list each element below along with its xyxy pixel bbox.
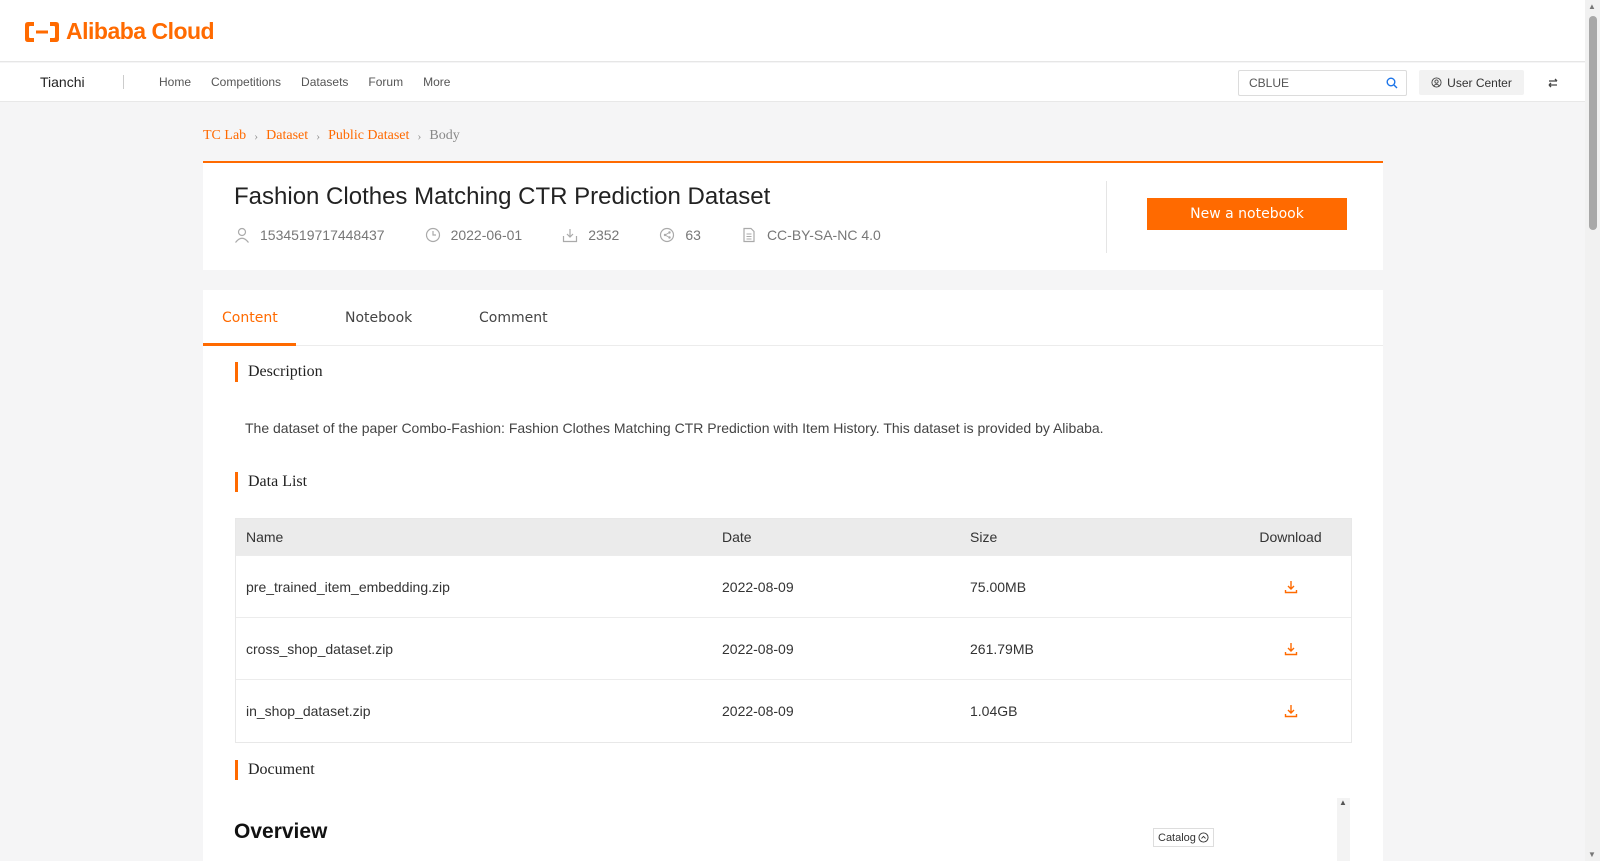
document-scrollbar[interactable]: ▲ [1337, 798, 1350, 861]
share-count: 63 [685, 227, 701, 243]
header-divider [1106, 181, 1107, 253]
download-count: 2352 [588, 227, 620, 243]
nav-datasets[interactable]: Datasets [301, 75, 348, 89]
file-date: 2022-08-09 [722, 578, 794, 595]
author-id: 1534519717448437 [260, 227, 385, 243]
tab-bar: Content Notebook Comment [203, 290, 1383, 346]
language-switch-icon[interactable] [1547, 76, 1559, 94]
publish-date: 2022-06-01 [450, 227, 523, 243]
table-row: pre_trained_item_embedding.zip 2022-08-0… [236, 556, 1351, 618]
document-icon [743, 227, 755, 243]
download-icon[interactable] [1230, 580, 1351, 594]
download-count-icon [563, 229, 578, 243]
chevron-right-icon: › [417, 128, 422, 143]
file-size: 75.00MB [970, 578, 1027, 595]
download-icon[interactable] [1230, 642, 1351, 656]
breadcrumb-current: Body [429, 128, 460, 143]
scroll-down-arrow-icon[interactable]: ▼ [1588, 850, 1596, 859]
meta-license: CC-BY-SA-NC 4.0 [741, 227, 881, 243]
col-header-name: Name [246, 529, 284, 545]
data-list-heading: Data List [235, 472, 307, 492]
nav-bar: Tianchi Home Competitions Datasets Forum… [0, 63, 1585, 102]
meta-downloads: 2352 [562, 227, 619, 243]
page-title: Fashion Clothes Matching CTR Prediction … [234, 183, 771, 210]
search-input[interactable] [1239, 76, 1379, 90]
scrollbar-thumb[interactable] [1589, 16, 1597, 230]
table-header-row: Name Date Size Download [236, 519, 1351, 556]
chevron-right-icon: › [316, 128, 321, 143]
tab-notebook[interactable]: Notebook [345, 310, 412, 326]
file-name: pre_trained_item_embedding.zip [246, 578, 450, 595]
file-name: cross_shop_dataset.zip [246, 640, 394, 657]
user-center-button[interactable]: User Center [1419, 70, 1524, 95]
logo-text: Alibaba Cloud [66, 18, 215, 44]
catalog-label: Catalog [1158, 831, 1196, 844]
user-circle-icon [1431, 77, 1442, 88]
download-icon[interactable] [1230, 704, 1351, 718]
nav-more[interactable]: More [423, 75, 450, 89]
nav-divider [123, 75, 124, 89]
nav-competitions[interactable]: Competitions [211, 75, 281, 89]
search-icon[interactable] [1386, 76, 1398, 94]
site-name[interactable]: Tianchi [40, 74, 85, 90]
description-text: The dataset of the paper Combo-Fashion: … [245, 420, 1104, 436]
nav-links: Home Competitions Datasets Forum More [159, 75, 450, 89]
scroll-up-arrow-icon[interactable]: ▲ [1339, 798, 1347, 807]
alibaba-cloud-logo[interactable]: Alibaba Cloud [24, 18, 215, 45]
breadcrumb-public-dataset[interactable]: Public Dataset [328, 128, 409, 144]
dataset-header-card: Fashion Clothes Matching CTR Prediction … [203, 161, 1383, 270]
user-center-label: User Center [1447, 75, 1512, 90]
chevron-up-circle-icon [1198, 832, 1209, 843]
col-header-size: Size [970, 529, 998, 545]
col-header-download: Download [1259, 529, 1322, 545]
content-card: Content Notebook Comment Description The… [203, 290, 1383, 861]
share-icon [660, 227, 675, 243]
file-date: 2022-08-09 [722, 703, 794, 719]
nav-home[interactable]: Home [159, 75, 191, 89]
data-list-table: Name Date Size Download pre_trained_item… [235, 518, 1352, 743]
clock-icon [425, 227, 440, 243]
alibaba-logo-icon [25, 21, 59, 42]
license: CC-BY-SA-NC 4.0 [766, 227, 881, 243]
page-scrollbar[interactable]: ▲ ▼ [1585, 0, 1600, 861]
file-name: in_shop_dataset.zip [246, 703, 371, 719]
catalog-toggle[interactable]: Catalog [1153, 828, 1214, 847]
file-date: 2022-08-09 [722, 640, 794, 657]
breadcrumb: TC Lab › Dataset › Public Dataset › Body [203, 128, 460, 144]
meta-date: 2022-06-01 [425, 227, 523, 243]
tab-content[interactable]: Content [222, 310, 278, 326]
description-heading: Description [235, 362, 323, 382]
table-row: in_shop_dataset.zip 2022-08-09 1.04GB [236, 680, 1351, 742]
chevron-right-icon: › [254, 128, 259, 143]
document-heading: Document [235, 760, 315, 780]
new-notebook-button[interactable]: New a notebook [1147, 198, 1347, 230]
user-icon [235, 227, 249, 243]
breadcrumb-tc-lab[interactable]: TC Lab [203, 128, 246, 144]
table-row: cross_shop_dataset.zip 2022-08-09 261.79… [236, 618, 1351, 680]
active-tab-indicator [203, 343, 296, 346]
file-size: 261.79MB [970, 640, 1034, 657]
col-header-date: Date [722, 529, 752, 545]
dataset-meta: 1534519717448437 2022-06-01 2352 63 CC-B… [234, 227, 921, 243]
meta-author: 1534519717448437 [234, 227, 385, 243]
breadcrumb-dataset[interactable]: Dataset [266, 128, 308, 144]
overview-heading: Overview [234, 820, 328, 843]
tab-comment[interactable]: Comment [479, 310, 548, 326]
search-box [1238, 70, 1407, 96]
scroll-up-arrow-icon[interactable]: ▲ [1588, 2, 1596, 11]
nav-forum[interactable]: Forum [368, 75, 403, 89]
file-size: 1.04GB [970, 703, 1018, 719]
top-header: Alibaba Cloud [0, 0, 1585, 62]
meta-shares: 63 [659, 227, 701, 243]
